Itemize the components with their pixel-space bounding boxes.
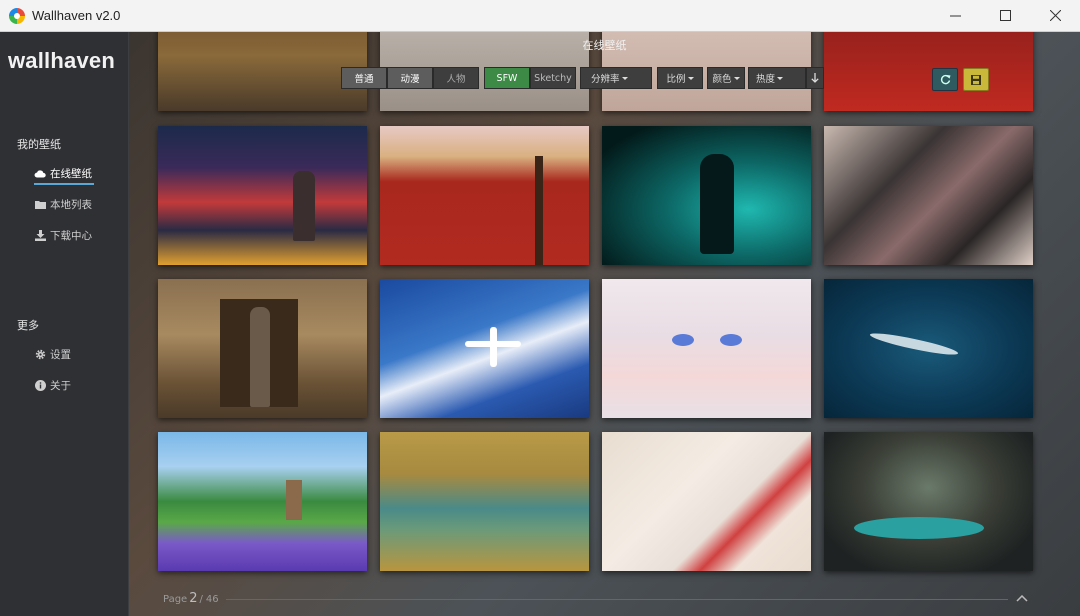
category-anime-toggle[interactable]: 动漫	[387, 67, 433, 89]
category-general-toggle[interactable]: 普通	[341, 67, 387, 89]
pager-separator: /	[199, 594, 203, 605]
wallpaper-thumbnail[interactable]	[602, 279, 811, 418]
close-button[interactable]	[1030, 0, 1080, 31]
filter-toolbar: 普通 动漫 人物 SFW Sketchy 分辨率 比例 颜色 热度	[341, 67, 824, 91]
sidebar-item-online[interactable]: 在线壁纸	[34, 164, 92, 182]
wallhaven-logo: wallhaven	[8, 48, 115, 73]
sort-label: 热度	[756, 74, 776, 85]
sidebar: wallhaven 我的壁纸 在线壁纸 本地列表 下载中心 更多 设置 关于	[0, 32, 129, 616]
category-people-toggle[interactable]: 人物	[433, 67, 479, 89]
app-logo-icon	[9, 7, 25, 24]
arrow-down-icon	[811, 73, 819, 83]
gear-icon	[34, 348, 46, 360]
wallpaper-thumbnail[interactable]	[824, 432, 1033, 571]
page-title: 在线壁纸	[582, 39, 627, 52]
save-icon	[971, 74, 981, 85]
download-icon	[34, 229, 46, 241]
sidebar-item-label: 设置	[50, 348, 71, 361]
title-bar: Wallhaven v2.0	[0, 0, 1080, 32]
purity-sfw-toggle[interactable]: SFW	[484, 67, 530, 89]
refresh-button[interactable]	[932, 68, 958, 91]
resolution-label: 分辨率	[591, 74, 620, 85]
sort-order-button[interactable]	[806, 67, 824, 89]
sort-dropdown[interactable]: 热度	[748, 67, 806, 89]
wallpaper-thumbnail[interactable]	[380, 126, 589, 265]
sidebar-item-downloads[interactable]: 下载中心	[34, 226, 92, 244]
color-label: 颜色	[712, 74, 732, 85]
chevron-down-icon	[687, 76, 694, 80]
scroll-top-button[interactable]	[1013, 590, 1031, 606]
sidebar-item-label: 本地列表	[50, 198, 92, 211]
section-my-wallpapers: 我的壁纸	[17, 138, 61, 151]
sidebar-item-about[interactable]: 关于	[34, 376, 71, 394]
maximize-icon	[999, 10, 1011, 21]
wallpaper-thumbnail[interactable]	[602, 126, 811, 265]
active-indicator	[34, 183, 94, 185]
sidebar-item-label: 下载中心	[50, 229, 92, 242]
wallpaper-thumbnail[interactable]	[824, 279, 1033, 418]
ratio-dropdown[interactable]: 比例	[657, 67, 703, 89]
refresh-icon	[940, 74, 950, 85]
sidebar-item-settings[interactable]: 设置	[34, 345, 71, 363]
folder-icon	[34, 198, 46, 210]
wallpaper-thumbnail[interactable]	[380, 432, 589, 571]
pager-divider	[226, 599, 1008, 600]
wallpaper-thumbnail[interactable]	[824, 126, 1033, 265]
wallpaper-thumbnail[interactable]	[380, 279, 589, 418]
purity-sketchy-toggle[interactable]: Sketchy	[530, 67, 576, 89]
pager-prefix: Page	[163, 594, 188, 605]
ratio-label: 比例	[666, 74, 686, 85]
pagination: Page 2 / 46	[163, 591, 219, 606]
pager-total: 46	[205, 594, 219, 605]
color-dropdown[interactable]: 颜色	[707, 67, 745, 89]
wallpaper-thumbnail[interactable]	[602, 432, 811, 571]
wallpaper-thumbnail[interactable]	[158, 432, 367, 571]
section-more: 更多	[17, 319, 39, 332]
wallpaper-thumbnail[interactable]	[158, 126, 367, 265]
cloud-icon	[34, 167, 46, 179]
info-icon	[34, 379, 46, 391]
minimize-icon	[949, 15, 961, 17]
close-icon	[1049, 10, 1061, 21]
chevron-down-icon	[733, 76, 740, 80]
minimize-button[interactable]	[930, 0, 980, 31]
pager-current: 2	[189, 591, 198, 606]
resolution-dropdown[interactable]: 分辨率	[580, 67, 652, 89]
maximize-button[interactable]	[980, 0, 1030, 31]
wallpaper-thumbnail[interactable]	[158, 279, 367, 418]
sidebar-item-label: 关于	[50, 379, 71, 392]
chevron-down-icon	[621, 76, 628, 80]
sidebar-item-local[interactable]: 本地列表	[34, 195, 92, 213]
window-title: Wallhaven v2.0	[32, 8, 121, 23]
main-content: 在线壁纸 普通 动漫 人物 SFW Sketchy 分辨率 比例 颜色 热度 P…	[129, 32, 1080, 616]
sidebar-item-label: 在线壁纸	[50, 167, 92, 180]
chevron-down-icon	[777, 76, 784, 80]
save-button[interactable]	[963, 68, 989, 91]
chevron-up-icon	[1016, 594, 1028, 602]
